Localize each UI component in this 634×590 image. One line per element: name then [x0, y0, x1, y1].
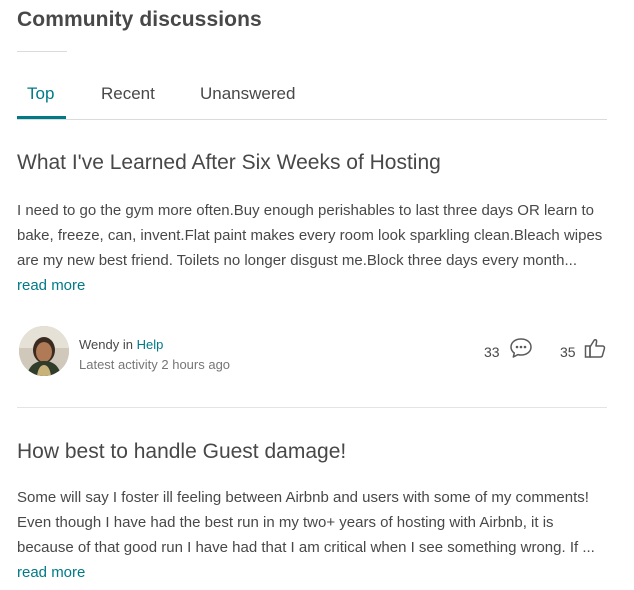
author-name[interactable]: Wendy — [79, 337, 119, 352]
active-tab-indicator — [17, 116, 66, 119]
tab-unanswered[interactable]: Unanswered — [200, 84, 295, 104]
tab-recent[interactable]: Recent — [101, 84, 155, 104]
in-word: in — [122, 337, 133, 352]
thumbs-up-icon[interactable] — [583, 336, 607, 365]
discussion-post: What I've Learned After Six Weeks of Hos… — [17, 151, 607, 376]
avatar-photo — [19, 326, 69, 376]
post-excerpt: I need to go the gym more often.Buy enou… — [17, 198, 607, 298]
discussion-post: How best to handle Guest damage! Some wi… — [17, 440, 607, 581]
community-discussions-panel: Community discussions Top Recent Unanswe… — [0, 0, 634, 590]
latest-activity: Latest activity 2 hours ago — [79, 357, 231, 372]
author-line: Wendy in Help — [79, 337, 163, 352]
post-meta: Wendy in Help Latest activity 2 hours ag… — [17, 326, 607, 382]
post-divider — [17, 407, 607, 408]
post-excerpt-text: I need to go the gym more often.Buy enou… — [17, 202, 603, 269]
read-more-link[interactable]: read more — [17, 564, 85, 581]
speech-bubble-icon[interactable] — [509, 337, 533, 364]
post-title[interactable]: What I've Learned After Six Weeks of Hos… — [17, 151, 607, 175]
tab-bar: Top Recent Unanswered — [17, 72, 607, 120]
title-rule — [17, 51, 67, 52]
post-title[interactable]: How best to handle Guest damage! — [17, 440, 607, 464]
section-title: Community discussions — [17, 8, 262, 31]
post-excerpt: Some will say I foster ill feeling betwe… — [17, 485, 607, 585]
avatar[interactable] — [19, 326, 69, 376]
tab-top[interactable]: Top — [27, 84, 54, 104]
post-excerpt-text: Some will say I foster ill feeling betwe… — [17, 489, 595, 556]
read-more-link[interactable]: read more — [17, 277, 85, 294]
reply-count: 33 — [484, 344, 500, 360]
board-link[interactable]: Help — [137, 337, 164, 352]
kudos-count: 35 — [560, 344, 576, 360]
